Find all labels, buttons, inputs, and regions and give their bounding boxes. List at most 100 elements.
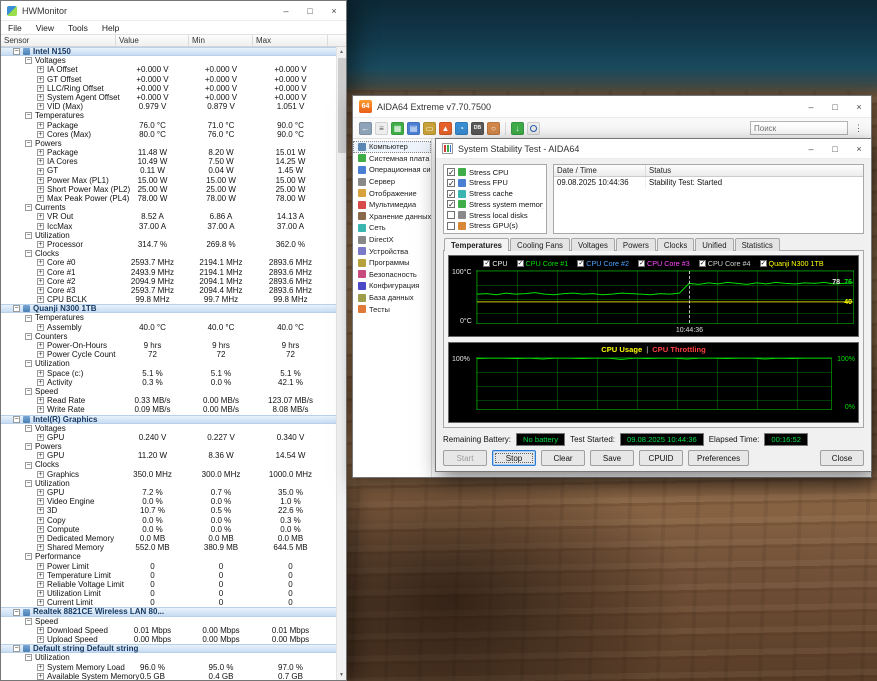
expand-icon[interactable]: + [37, 122, 44, 129]
save-button[interactable]: Save [590, 450, 634, 466]
collapse-icon[interactable]: − [13, 609, 20, 616]
collapse-icon[interactable]: − [13, 305, 20, 312]
sensor-row[interactable]: +Core #02593.7 MHz2194.1 MHz2893.6 MHz [1, 258, 336, 267]
sensor-row[interactable]: −Utilization [1, 653, 336, 662]
sensor-row[interactable]: +Reliable Voltage Limit000 [1, 580, 336, 589]
expand-icon[interactable]: + [37, 590, 44, 597]
column-header-max[interactable]: Max [253, 35, 328, 46]
sidebar-item-multimedia[interactable]: Мультимедиа [353, 199, 431, 211]
maximize-button[interactable]: □ [298, 1, 322, 20]
sensor-row[interactable]: +Video Engine0.0 %0.0 %1.0 % [1, 497, 336, 506]
sensor-row[interactable]: −Utilization [1, 231, 336, 240]
close-button[interactable]: × [322, 1, 346, 20]
expand-icon[interactable]: + [37, 351, 44, 358]
sensor-row[interactable]: +Power Cycle Count727272 [1, 350, 336, 359]
collapse-icon[interactable]: − [13, 645, 20, 652]
legend-item[interactable]: ✓CPU Core #2 [577, 259, 629, 268]
hwmonitor-titlebar[interactable]: HWMonitor – □ × [1, 1, 346, 21]
collapse-icon[interactable]: − [25, 140, 32, 147]
sensor-row[interactable]: +Read Rate0.33 MB/s0.00 MB/s123.07 MB/s [1, 396, 336, 405]
sensor-row[interactable]: +Power Max (PL1)15.00 W15.00 W15.00 W [1, 176, 336, 185]
expand-icon[interactable]: + [37, 223, 44, 230]
sensor-row[interactable]: +Assembly40.0 °C40.0 °C40.0 °C [1, 323, 336, 332]
sensor-row[interactable]: +VR Out8.52 A6.86 A14.13 A [1, 212, 336, 221]
sensor-row[interactable]: −Clocks [1, 249, 336, 258]
sensor-row[interactable]: −Realtek 8821CE Wireless LAN 80... [1, 607, 336, 616]
screens-icon[interactable]: ▤ [407, 122, 420, 135]
sensor-row[interactable]: +Available System Memory0.5 GB0.4 GB0.7 … [1, 672, 336, 680]
sensor-row[interactable]: +Core #12493.9 MHz2194.1 MHz2893.6 MHz [1, 268, 336, 277]
maximize-button[interactable]: □ [823, 139, 847, 158]
legend-item[interactable]: ✓CPU Core #3 [638, 259, 690, 268]
benchmark-icon[interactable]: ▲ [439, 122, 452, 135]
collapse-icon[interactable]: − [25, 333, 32, 340]
expand-icon[interactable]: + [37, 177, 44, 184]
sensor-row[interactable]: +VID (Max)0.979 V0.879 V1.051 V [1, 102, 336, 111]
sensor-row[interactable]: −Utilization [1, 359, 336, 368]
close-button[interactable]: × [847, 139, 871, 158]
sidebar-item-computer[interactable]: Компьютер [353, 141, 431, 153]
sensor-row[interactable]: +Temperature Limit000 [1, 571, 336, 580]
sensor-row[interactable]: +Cores (Max)80.0 °C76.0 °C90.0 °C [1, 130, 336, 139]
sensor-row[interactable]: +Dedicated Memory0.0 MB0.0 MB0.0 MB [1, 534, 336, 543]
monitor-icon[interactable]: ▦ [391, 122, 404, 135]
sensor-row[interactable]: +System Memory Load96.0 %95.0 %97.0 % [1, 663, 336, 672]
log-column-datetime[interactable]: Date / Time [554, 165, 646, 176]
minimize-button[interactable]: – [799, 139, 823, 158]
sensor-row[interactable]: +Power Limit000 [1, 562, 336, 571]
scroll-down-icon[interactable]: ▼ [337, 670, 347, 680]
collapse-icon[interactable]: − [25, 553, 32, 560]
sensor-row[interactable]: +3D10.7 %0.5 %22.6 % [1, 506, 336, 515]
legend-item[interactable]: ✓CPU Core #4 [699, 259, 751, 268]
checkbox-icon[interactable]: ✓ [447, 200, 455, 208]
minimize-button[interactable]: – [799, 96, 823, 117]
expand-icon[interactable]: + [37, 572, 44, 579]
collapse-icon[interactable]: − [25, 204, 32, 211]
expand-icon[interactable]: + [37, 296, 44, 303]
sensor-row[interactable]: +IA Cores10.49 W7.50 W14.25 W [1, 157, 336, 166]
sidebar-item-storage[interactable]: Хранение данных [353, 211, 431, 223]
checkbox-icon[interactable]: ✓ [447, 179, 455, 187]
sensor-row[interactable]: −Currents [1, 203, 336, 212]
stress-option[interactable]: ✓Stress cache [447, 189, 543, 199]
expand-icon[interactable]: + [37, 342, 44, 349]
expand-icon[interactable]: + [37, 103, 44, 110]
sensor-row[interactable]: +Space (c:)5.1 %5.1 %5.1 % [1, 369, 336, 378]
expand-icon[interactable]: + [37, 76, 44, 83]
expand-icon[interactable]: + [37, 158, 44, 165]
expand-icon[interactable]: + [37, 186, 44, 193]
sensor-row[interactable]: +Package11.48 W8.20 W15.01 W [1, 148, 336, 157]
sensor-row[interactable]: +IA Offset+0.000 V+0.000 V+0.000 V [1, 65, 336, 74]
stress-option[interactable]: Stress local disks [447, 210, 543, 220]
collapse-icon[interactable]: − [25, 250, 32, 257]
collapse-icon[interactable]: − [25, 57, 32, 64]
sensor-row[interactable]: +Package76.0 °C71.0 °C90.0 °C [1, 121, 336, 130]
expand-icon[interactable]: + [37, 489, 44, 496]
stress-option[interactable]: ✓Stress system memory [447, 199, 543, 209]
sensor-row[interactable]: +GPU7.2 %0.7 %35.0 % [1, 488, 336, 497]
expand-icon[interactable]: + [37, 94, 44, 101]
stability-titlebar[interactable]: System Stability Test - AIDA64 – □ × [436, 139, 871, 159]
expand-icon[interactable]: + [37, 168, 44, 175]
menu-help[interactable]: Help [95, 23, 126, 33]
expand-icon[interactable]: + [37, 526, 44, 533]
collapse-icon[interactable]: − [25, 425, 32, 432]
checkbox-icon[interactable]: ✓ [577, 260, 584, 267]
sensor-row[interactable]: −Powers [1, 139, 336, 148]
collapse-icon[interactable]: − [25, 654, 32, 661]
column-header-min[interactable]: Min [189, 35, 253, 46]
sensor-row[interactable]: +Copy0.0 %0.0 %0.3 % [1, 516, 336, 525]
sidebar-item-devices[interactable]: Устройства [353, 245, 431, 257]
sensor-row[interactable]: +CPU BCLK99.8 MHz99.7 MHz99.8 MHz [1, 295, 336, 304]
scrollbar[interactable]: ▲ ▼ [336, 47, 346, 680]
tab-unified[interactable]: Unified [695, 238, 733, 251]
sensor-row[interactable]: +Activity0.3 %0.0 %42.1 % [1, 378, 336, 387]
sensor-row[interactable]: +Core #32593.7 MHz2094.4 MHz2893.6 MHz [1, 286, 336, 295]
checkbox-icon[interactable]: ✓ [517, 260, 524, 267]
sensor-row[interactable]: −Temperatures [1, 313, 336, 322]
sensor-row[interactable]: +Current Limit000 [1, 598, 336, 607]
expand-icon[interactable]: + [37, 563, 44, 570]
gauge-icon[interactable]: ◔ [455, 122, 468, 135]
expand-icon[interactable]: + [37, 241, 44, 248]
checkbox-icon[interactable] [447, 211, 455, 219]
